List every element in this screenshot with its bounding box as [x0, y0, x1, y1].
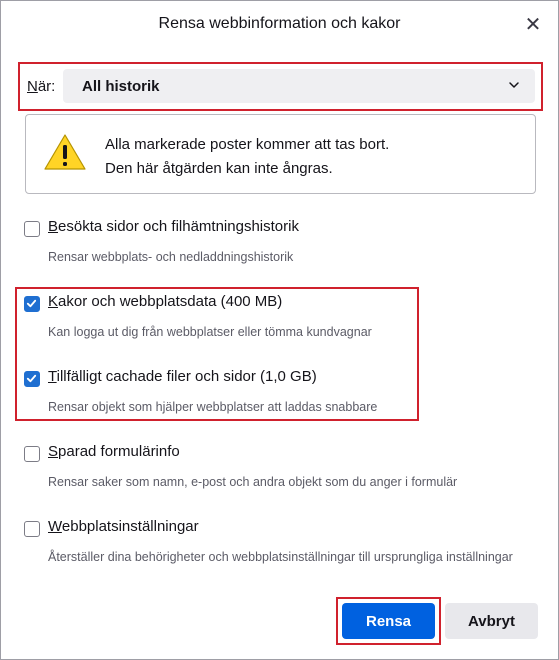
title-bar: Rensa webbinformation och kakor ✕	[1, 1, 558, 47]
option-site-settings-label: Webbplatsinställningar	[48, 518, 199, 535]
option-form-data-desc: Rensar saker som namn, e-post och andra …	[48, 475, 458, 489]
highlight-box-selected-options	[15, 287, 419, 421]
clear-data-dialog: Rensa webbinformation och kakor ✕ När: A…	[0, 0, 559, 660]
option-site-settings-desc: Återställer dina behörigheter och webbpl…	[48, 550, 513, 564]
checkbox-form-data[interactable]	[24, 446, 40, 462]
warning-line-1: Alla markerade poster kommer att tas bor…	[105, 136, 390, 153]
checkbox-history[interactable]	[24, 221, 40, 237]
warning-text: Alla markerade poster kommer att tas bor…	[105, 133, 389, 181]
highlight-box-time-range	[18, 62, 543, 111]
dialog-title: Rensa webbinformation och kakor	[158, 15, 401, 32]
option-form-data-label: Sparad formulärinfo	[48, 443, 180, 460]
cancel-button[interactable]: Avbryt	[445, 603, 538, 639]
checkbox-site-settings[interactable]	[24, 521, 40, 537]
option-history-label: Besökta sidor och filhämtningshistorik	[48, 218, 299, 235]
warning-icon	[44, 134, 86, 170]
option-history-desc: Rensar webbplats- och nedladdningshistor…	[48, 250, 294, 264]
warning-line-2: Den här åtgärden kan inte ångras.	[105, 160, 333, 177]
warning-box: Alla markerade poster kommer att tas bor…	[25, 114, 536, 194]
close-icon[interactable]: ✕	[522, 13, 544, 36]
highlight-box-clear-button	[336, 597, 441, 645]
